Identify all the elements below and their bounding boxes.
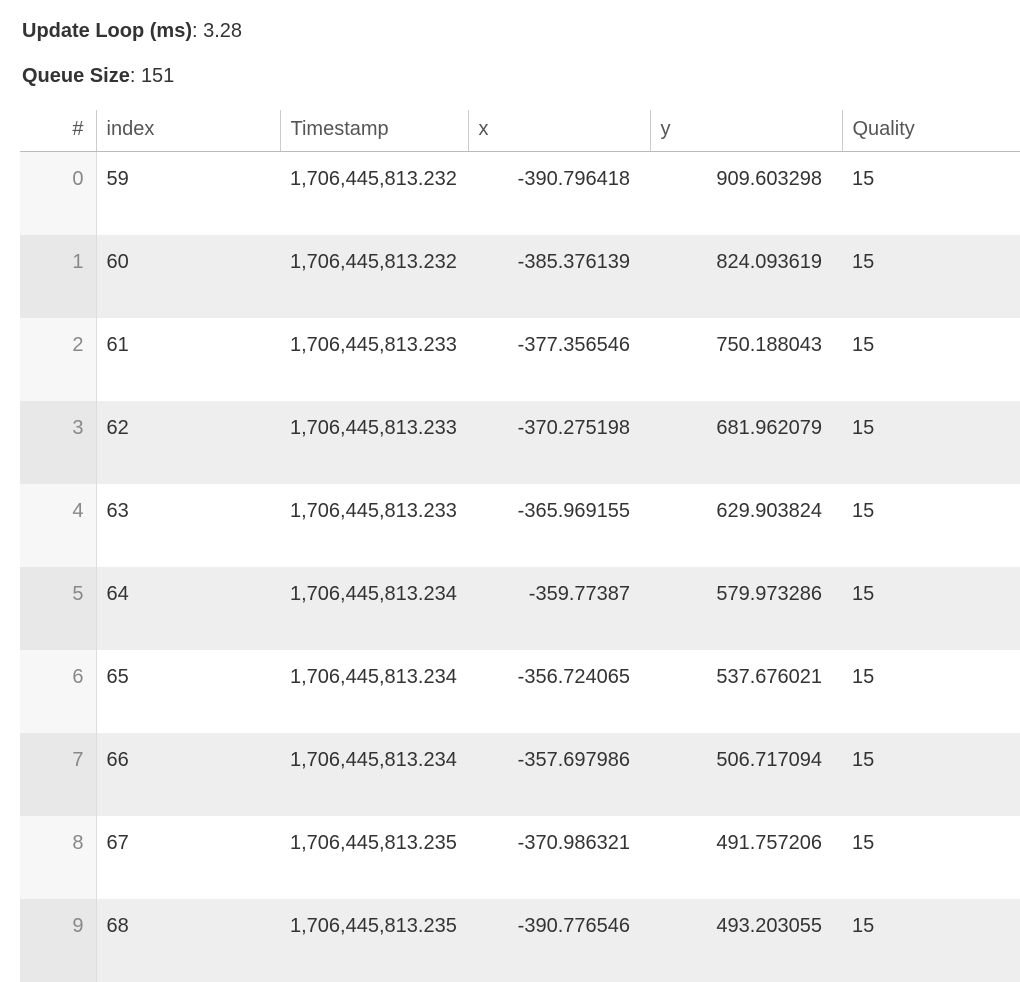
table-row[interactable]: 0591,706,445,813.232-390.796418909.60329… (20, 152, 1020, 236)
update-loop-label: Update Loop (ms) (22, 20, 192, 42)
queue-size-value: 151 (141, 65, 174, 87)
cell-quality: 15 (842, 816, 1020, 899)
cell-rownum: 8 (20, 816, 96, 899)
cell-quality: 15 (842, 567, 1020, 650)
cell-y: 909.603298 (650, 152, 842, 236)
cell-timestamp: 1,706,445,813.233 (280, 401, 468, 484)
cell-y: 506.717094 (650, 733, 842, 816)
cell-quality: 15 (842, 650, 1020, 733)
cell-index: 62 (96, 401, 280, 484)
cell-timestamp: 1,706,445,813.232 (280, 235, 468, 318)
cell-rownum: 4 (20, 484, 96, 567)
cell-x: -385.376139 (468, 235, 650, 318)
update-loop-value: 3.28 (203, 20, 242, 42)
cell-timestamp: 1,706,445,813.235 (280, 816, 468, 899)
cell-index: 68 (96, 899, 280, 982)
table-row[interactable]: 3621,706,445,813.233-370.275198681.96207… (20, 401, 1020, 484)
table-row[interactable]: 9681,706,445,813.235-390.776546493.20305… (20, 899, 1020, 982)
cell-quality: 15 (842, 899, 1020, 982)
cell-rownum: 2 (20, 318, 96, 401)
queue-size-label: Queue Size (22, 65, 130, 87)
cell-index: 61 (96, 318, 280, 401)
data-table: # index Timestamp x y Quality 0591,706,4… (20, 110, 1020, 982)
cell-x: -390.796418 (468, 152, 650, 236)
cell-x: -377.356546 (468, 318, 650, 401)
cell-y: 824.093619 (650, 235, 842, 318)
cell-rownum: 6 (20, 650, 96, 733)
cell-index: 64 (96, 567, 280, 650)
cell-quality: 15 (842, 152, 1020, 236)
cell-index: 60 (96, 235, 280, 318)
data-table-wrapper: # index Timestamp x y Quality 0591,706,4… (20, 110, 1020, 982)
table-row[interactable]: 7661,706,445,813.234-357.697986506.71709… (20, 733, 1020, 816)
cell-x: -390.776546 (468, 899, 650, 982)
cell-x: -359.77387 (468, 567, 650, 650)
cell-index: 66 (96, 733, 280, 816)
cell-rownum: 3 (20, 401, 96, 484)
cell-rownum: 7 (20, 733, 96, 816)
table-row[interactable]: 6651,706,445,813.234-356.724065537.67602… (20, 650, 1020, 733)
cell-index: 67 (96, 816, 280, 899)
cell-y: 537.676021 (650, 650, 842, 733)
cell-rownum: 1 (20, 235, 96, 318)
cell-quality: 15 (842, 401, 1020, 484)
header-y[interactable]: y (650, 110, 842, 152)
cell-x: -365.969155 (468, 484, 650, 567)
cell-x: -357.697986 (468, 733, 650, 816)
cell-timestamp: 1,706,445,813.234 (280, 733, 468, 816)
cell-y: 750.188043 (650, 318, 842, 401)
cell-x: -356.724065 (468, 650, 650, 733)
header-x[interactable]: x (468, 110, 650, 152)
cell-x: -370.986321 (468, 816, 650, 899)
cell-timestamp: 1,706,445,813.235 (280, 899, 468, 982)
cell-timestamp: 1,706,445,813.233 (280, 484, 468, 567)
cell-y: 493.203055 (650, 899, 842, 982)
queue-size-stat: Queue Size: 151 (20, 65, 1020, 88)
table-row[interactable]: 5641,706,445,813.234-359.77387579.973286… (20, 567, 1020, 650)
table-row[interactable]: 1601,706,445,813.232-385.376139824.09361… (20, 235, 1020, 318)
cell-y: 491.757206 (650, 816, 842, 899)
cell-timestamp: 1,706,445,813.232 (280, 152, 468, 236)
cell-rownum: 0 (20, 152, 96, 236)
table-row[interactable]: 8671,706,445,813.235-370.986321491.75720… (20, 816, 1020, 899)
cell-index: 65 (96, 650, 280, 733)
cell-rownum: 9 (20, 899, 96, 982)
header-timestamp[interactable]: Timestamp (280, 110, 468, 152)
cell-quality: 15 (842, 235, 1020, 318)
cell-index: 63 (96, 484, 280, 567)
cell-timestamp: 1,706,445,813.233 (280, 318, 468, 401)
cell-quality: 15 (842, 484, 1020, 567)
cell-timestamp: 1,706,445,813.234 (280, 567, 468, 650)
table-header-row: # index Timestamp x y Quality (20, 110, 1020, 152)
table-row[interactable]: 2611,706,445,813.233-377.356546750.18804… (20, 318, 1020, 401)
header-rownum[interactable]: # (20, 110, 96, 152)
update-loop-stat: Update Loop (ms): 3.28 (20, 20, 1020, 43)
cell-x: -370.275198 (468, 401, 650, 484)
cell-index: 59 (96, 152, 280, 236)
header-index[interactable]: index (96, 110, 280, 152)
header-quality[interactable]: Quality (842, 110, 1020, 152)
cell-timestamp: 1,706,445,813.234 (280, 650, 468, 733)
cell-rownum: 5 (20, 567, 96, 650)
cell-y: 681.962079 (650, 401, 842, 484)
table-row[interactable]: 4631,706,445,813.233-365.969155629.90382… (20, 484, 1020, 567)
cell-quality: 15 (842, 318, 1020, 401)
cell-y: 629.903824 (650, 484, 842, 567)
cell-y: 579.973286 (650, 567, 842, 650)
cell-quality: 15 (842, 733, 1020, 816)
